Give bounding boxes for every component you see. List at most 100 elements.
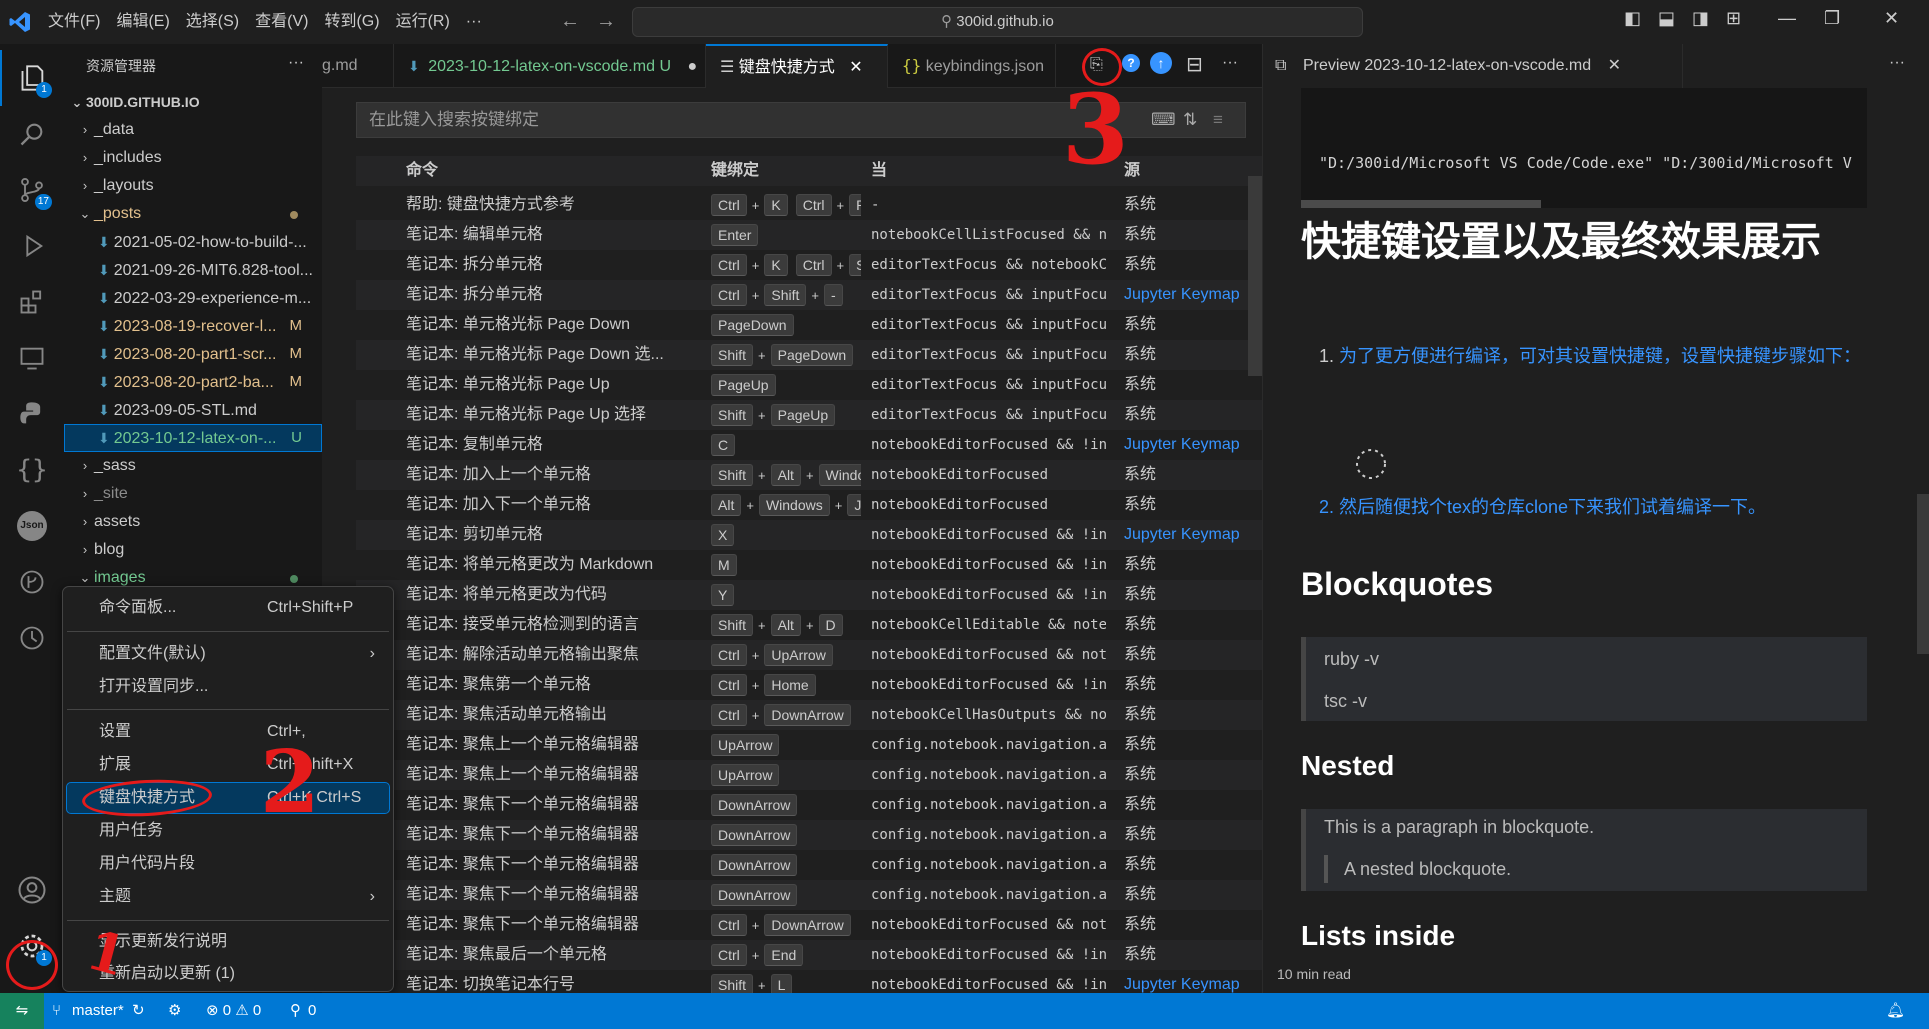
restore-icon[interactable]: ❐	[1824, 8, 1840, 29]
explorer-icon[interactable]: 1	[0, 50, 64, 106]
tree-folder-sass[interactable]: › _sass	[64, 452, 322, 480]
tree-file[interactable]: ⬇ 2021-05-02-how-to-build-...	[64, 228, 322, 256]
run-debug-icon[interactable]	[0, 218, 64, 274]
accounts-icon[interactable]	[0, 862, 64, 918]
tree-folder-includes[interactable]: › _includes	[64, 144, 322, 172]
keybinding-row[interactable]: 笔记本: 加入上一个单元格 Shift + Alt + Windows notebookEd…	[356, 460, 1262, 490]
explorer-more-icon[interactable]: ···	[288, 54, 304, 72]
ports-count[interactable]: 0	[308, 993, 316, 1029]
workspace-root[interactable]: ⌄ 300ID.GITHUB.IO	[64, 88, 322, 116]
json-braces-icon[interactable]: {}	[0, 442, 64, 498]
record-keys-icon[interactable]: ⌨	[1151, 103, 1176, 137]
menu-go[interactable]: 转到(G)	[316, 0, 387, 44]
scrollbar-thumb[interactable]	[1248, 176, 1262, 376]
menu-edit[interactable]: 编辑(E)	[108, 0, 177, 44]
tree-folder-assets[interactable]: › assets	[64, 508, 322, 536]
tree-folder-data[interactable]: › _data	[64, 116, 322, 144]
keybinding-row[interactable]: 笔记本: 聚焦下一个单元格编辑器 DownArrow config.notebook…	[356, 820, 1262, 850]
keybinding-row[interactable]: 笔记本: 拆分单元格 Ctrl + K Ctrl + Shift editorTextFocu…	[356, 250, 1262, 280]
keybinding-row[interactable]: 笔记本: 单元格光标 Page Up 选择 Shift + PageUp editorT…	[356, 400, 1262, 430]
menu-item-user-tasks[interactable]: 用户任务	[67, 816, 389, 846]
help-icon[interactable]: ?	[1122, 54, 1140, 72]
toggle-panel-icon[interactable]: ⬓	[1658, 8, 1675, 29]
split-editor-icon[interactable]: ⊟	[1186, 52, 1203, 77]
notifications-bell-icon[interactable]: 🔔︎	[1886, 993, 1905, 1029]
keybinding-row[interactable]: 笔记本: 切换笔记本行号 Shift + LnotebookEditorFocused…	[356, 970, 1262, 993]
extensions-icon[interactable]	[0, 274, 64, 330]
toggle-secondary-sidebar-icon[interactable]: ◨	[1692, 8, 1709, 29]
git-graph-icon[interactable]	[0, 554, 64, 610]
search-icon[interactable]	[0, 106, 64, 162]
close-window-icon[interactable]: ✕	[1884, 8, 1899, 29]
sort-by-precedence-icon[interactable]: ⇅	[1183, 103, 1197, 137]
tree-folder-blog[interactable]: › blog	[64, 536, 322, 564]
customize-layout-icon[interactable]: ⊞	[1726, 8, 1741, 29]
keybinding-row[interactable]: 笔记本: 接受单元格检测到的语言 Shift + Alt + DnotebookCellE…	[356, 610, 1262, 640]
keybinding-row[interactable]: 笔记本: 复制单元格 CnotebookEditorFocused && !in.…	[356, 430, 1262, 460]
keybinding-row[interactable]: 笔记本: 编辑单元格 Enter notebookCellListFocused &…	[356, 220, 1262, 250]
menu-item-extensions[interactable]: 扩展 Ctrl+Shift+X	[67, 750, 389, 780]
tree-file[interactable]: ⬇ 2023-08-20-part2-ba... M	[64, 368, 322, 396]
tree-folder-site[interactable]: › _site	[64, 480, 322, 508]
tab-previous[interactable]: g.md	[322, 44, 394, 88]
tree-file-selected[interactable]: ⬇ 2023-10-12-latex-on-... U	[64, 424, 322, 452]
keybinding-row[interactable]: 笔记本: 加入下一个单元格 Alt + Windows + JnotebookEditor…	[356, 490, 1262, 520]
menu-selection[interactable]: 选择(S)	[178, 0, 247, 44]
keybinding-row[interactable]: 笔记本: 单元格光标 Page Down 选... Shift + PageDown e…	[356, 340, 1262, 370]
tree-file[interactable]: ⬇ 2023-08-19-recover-l... M	[64, 312, 322, 340]
keybinding-row[interactable]: 笔记本: 解除活动单元格输出聚焦 Ctrl + UpArrow notebookEdit…	[356, 640, 1262, 670]
remote-explorer-icon[interactable]	[0, 330, 64, 386]
keybinding-row[interactable]: 笔记本: 聚焦第一个单元格 Ctrl + Home notebookEditorFocu…	[356, 670, 1262, 700]
keybinding-row[interactable]: 笔记本: 聚焦下一个单元格编辑器 DownArrow config.notebook…	[356, 790, 1262, 820]
menu-item-settings-sync[interactable]: 打开设置同步...	[67, 672, 389, 702]
keybinding-row[interactable]: 笔记本: 单元格光标 Page Up PageUp editorTextFocus …	[356, 370, 1262, 400]
tree-folder-posts[interactable]: ⌄ _posts	[64, 200, 322, 228]
keybinding-row[interactable]: 笔记本: 将单元格更改为 Markdown MnotebookEditorFocu…	[356, 550, 1262, 580]
menu-item-themes[interactable]: 主题 ›	[67, 882, 389, 912]
tree-file[interactable]: ⬇ 2021-09-26-MIT6.828-tool...	[64, 256, 322, 284]
keybinding-row[interactable]: 笔记本: 聚焦最后一个单元格 Ctrl + End notebookEditorFocu…	[356, 940, 1262, 970]
back-arrow-icon[interactable]: ←	[560, 10, 580, 33]
keybinding-row[interactable]: 笔记本: 聚焦上一个单元格编辑器 UpArrow config.notebook.n…	[356, 760, 1262, 790]
branch-name[interactable]: master*	[72, 993, 124, 1029]
menu-item-profiles[interactable]: 配置文件(默认) ›	[67, 639, 389, 669]
python-icon[interactable]	[0, 386, 64, 442]
menu-item-user-snippets[interactable]: 用户代码片段	[67, 849, 389, 879]
sync-icon[interactable]: ↻	[132, 993, 145, 1029]
code-scrollbar[interactable]	[1301, 200, 1541, 208]
tab-keybindings-json[interactable]: {} keybindings.json	[888, 44, 1056, 88]
close-tab-icon[interactable]: ✕	[849, 59, 862, 76]
keybinding-source[interactable]: Jupyter Keymap	[1124, 280, 1262, 310]
keybinding-row[interactable]: 笔记本: 聚焦活动单元格输出 Ctrl + DownArrow notebookCell…	[356, 700, 1262, 730]
clear-filter-icon[interactable]: ≡	[1213, 103, 1223, 137]
unsaved-dot-icon[interactable]: ●	[687, 58, 697, 75]
keybinding-source[interactable]: Jupyter Keymap	[1124, 970, 1262, 993]
keybinding-source[interactable]: Jupyter Keymap	[1124, 520, 1262, 550]
tree-file[interactable]: ⬇ 2023-09-05-STL.md	[64, 396, 322, 424]
close-tab-icon[interactable]: ✕	[1608, 57, 1621, 74]
keybinding-row[interactable]: 笔记本: 将单元格更改为代码 YnotebookEditorFocused && …	[356, 580, 1262, 610]
keybinding-row[interactable]: 帮助: 键盘快捷方式参考 Ctrl + K Ctrl + R- 系统	[356, 190, 1262, 220]
git-graph-status-icon[interactable]: ⚙	[168, 993, 181, 1029]
keybinding-row[interactable]: 笔记本: 聚焦下一个单元格编辑器 DownArrow config.notebook…	[356, 850, 1262, 880]
tab-preview[interactable]: ⧉ Preview 2023-10-12-latex-on-vscode.md …	[1263, 44, 1683, 88]
json-icon[interactable]: Json	[0, 498, 64, 554]
minimize-icon[interactable]: —	[1778, 8, 1796, 29]
tree-folder-layouts[interactable]: › _layouts	[64, 172, 322, 200]
timeline-icon[interactable]	[0, 610, 64, 666]
keybinding-row[interactable]: 笔记本: 单元格光标 Page Down PageDown editorTextFo…	[356, 310, 1262, 340]
keybinding-row[interactable]: 笔记本: 聚焦下一个单元格编辑器 Ctrl + DownArrow notebookEd…	[356, 910, 1262, 940]
problems-count[interactable]: ⊗ 0 ⚠ 0	[206, 993, 261, 1029]
more-actions-icon[interactable]: ···	[1889, 54, 1905, 72]
tree-file[interactable]: ⬇ 2023-08-20-part1-scr... M	[64, 340, 322, 368]
keybinding-row[interactable]: 笔记本: 聚焦下一个单元格编辑器 DownArrow config.notebook…	[356, 880, 1262, 910]
keybinding-row[interactable]: 笔记本: 剪切单元格 XnotebookEditorFocused && !in.…	[356, 520, 1262, 550]
menu-more[interactable]: ···	[458, 0, 490, 44]
keybinding-row[interactable]: 笔记本: 聚焦上一个单元格编辑器 UpArrow config.notebook.n…	[356, 730, 1262, 760]
forward-arrow-icon[interactable]: →	[596, 10, 616, 33]
tree-file[interactable]: ⬇ 2022-03-29-experience-m...	[64, 284, 322, 312]
remote-indicator-icon[interactable]: ⇋	[0, 993, 44, 1029]
menu-view[interactable]: 查看(V)	[247, 0, 316, 44]
upload-icon[interactable]: ↑	[1150, 52, 1172, 74]
toggle-primary-sidebar-icon[interactable]: ◧	[1624, 8, 1641, 29]
